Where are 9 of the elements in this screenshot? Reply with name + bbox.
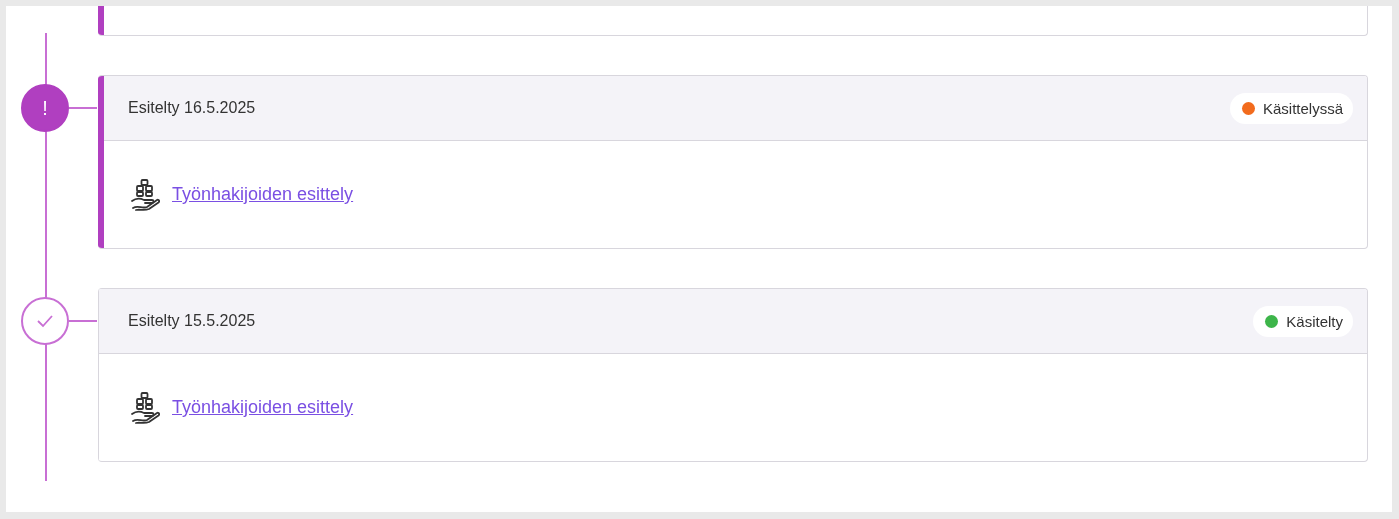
hand-with-boxes-icon xyxy=(130,391,160,424)
hand-with-boxes-icon xyxy=(130,178,160,211)
card-title: Esitelty 15.5.2025 xyxy=(128,312,256,330)
presentation-link[interactable]: Työnhakijoiden esittely xyxy=(172,184,354,205)
status-label: Käsitelty xyxy=(1286,312,1343,330)
status-label: Käsittelyssä xyxy=(1262,99,1343,117)
alert-marker-icon: ! xyxy=(21,84,69,132)
card-title: Esitelty 16.5.2025 xyxy=(128,99,256,117)
presentation-link[interactable]: Työnhakijoiden esittely xyxy=(172,397,354,418)
